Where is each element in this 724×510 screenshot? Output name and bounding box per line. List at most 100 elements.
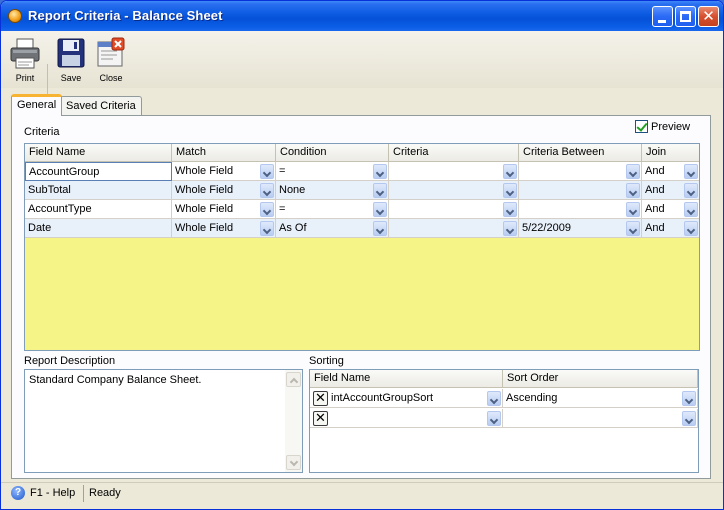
chevron-down-icon[interactable] — [626, 221, 640, 236]
sort-order-select[interactable] — [503, 409, 698, 428]
criteria-row[interactable]: SubTotal Whole Field None And — [25, 181, 699, 200]
match-select[interactable]: Whole Field — [172, 219, 276, 238]
sorting-row[interactable]: ✕ — [310, 409, 698, 428]
match-value: Whole Field — [175, 222, 234, 234]
chevron-down-icon[interactable] — [373, 183, 387, 198]
field-name-cell[interactable]: AccountGroup — [25, 162, 172, 181]
preview-checkbox[interactable]: Preview — [635, 120, 690, 133]
chevron-down-icon[interactable] — [260, 164, 274, 179]
join-select[interactable]: And — [642, 200, 699, 219]
chevron-down-icon[interactable] — [260, 183, 274, 198]
column-header-join[interactable]: Join — [642, 144, 699, 162]
sorting-grid[interactable]: Field Name Sort Order ✕ intAccountGroupS… — [309, 369, 699, 473]
scroll-down-icon[interactable] — [286, 455, 301, 470]
tab-general[interactable]: General — [11, 94, 63, 116]
condition-select[interactable]: = — [276, 200, 389, 219]
chevron-down-icon[interactable] — [260, 221, 274, 236]
tab-saved-criteria[interactable]: Saved Criteria — [60, 96, 142, 116]
app-icon[interactable] — [8, 9, 22, 23]
criteria-between-select[interactable] — [519, 162, 642, 181]
minimize-button[interactable] — [652, 6, 673, 27]
description-scrollbar[interactable] — [285, 370, 302, 472]
match-select[interactable]: Whole Field — [172, 181, 276, 200]
column-header-criteria-between[interactable]: Criteria Between — [519, 144, 642, 162]
criteria-select[interactable] — [389, 181, 519, 200]
chevron-down-icon[interactable] — [682, 391, 696, 406]
column-header-sort-field-name[interactable]: Field Name — [310, 370, 503, 388]
chevron-down-icon[interactable] — [373, 221, 387, 236]
criteria-grid[interactable]: Field Name Match Condition Criteria Crit… — [24, 143, 700, 351]
criteria-between-select[interactable]: 5/22/2009 — [519, 219, 642, 238]
remove-sort-icon[interactable]: ✕ — [313, 411, 328, 426]
close-window-button[interactable]: ✕ — [698, 6, 719, 27]
floppy-disk-icon — [57, 38, 85, 68]
column-header-field-name[interactable]: Field Name — [25, 144, 172, 162]
maximize-button[interactable] — [675, 6, 696, 27]
field-name-cell[interactable]: SubTotal — [25, 181, 172, 200]
column-header-condition[interactable]: Condition — [276, 144, 389, 162]
chevron-down-icon[interactable] — [487, 411, 501, 426]
condition-value: = — [279, 203, 286, 215]
condition-select[interactable]: As Of — [276, 219, 389, 238]
chevron-down-icon[interactable] — [626, 202, 640, 217]
match-value: Whole Field — [175, 203, 234, 215]
criteria-row[interactable]: Date Whole Field As Of 5/22/2009 And — [25, 219, 699, 238]
join-select[interactable]: And — [642, 162, 699, 181]
criteria-row[interactable]: AccountGroup Whole Field = And — [25, 162, 699, 181]
column-header-criteria[interactable]: Criteria — [389, 144, 519, 162]
help-icon[interactable]: ? — [11, 486, 25, 500]
criteria-select[interactable] — [389, 219, 519, 238]
match-select[interactable]: Whole Field — [172, 162, 276, 181]
report-description-textarea[interactable]: Standard Company Balance Sheet. — [24, 369, 303, 473]
chevron-down-icon[interactable] — [626, 164, 640, 179]
chevron-down-icon[interactable] — [373, 202, 387, 217]
match-value: Whole Field — [175, 165, 234, 177]
field-name-cell[interactable]: Date — [25, 219, 172, 238]
chevron-down-icon[interactable] — [684, 202, 698, 217]
remove-sort-icon[interactable]: ✕ — [313, 391, 328, 406]
chevron-down-icon[interactable] — [503, 202, 517, 217]
sort-field-select[interactable]: ✕ intAccountGroupSort — [310, 389, 503, 408]
print-button[interactable]: Print — [5, 34, 45, 86]
chevron-down-icon[interactable] — [260, 202, 274, 217]
chevron-down-icon[interactable] — [682, 411, 696, 426]
sort-order-select[interactable]: Ascending — [503, 389, 698, 408]
chevron-down-icon[interactable] — [487, 391, 501, 406]
status-state-text: Ready — [89, 487, 121, 499]
criteria-section-label: Criteria — [24, 126, 60, 138]
close-button[interactable]: Close — [91, 34, 131, 86]
column-header-match[interactable]: Match — [172, 144, 276, 162]
status-separator — [83, 485, 84, 502]
chevron-down-icon[interactable] — [626, 183, 640, 198]
criteria-select[interactable] — [389, 162, 519, 181]
chevron-down-icon[interactable] — [373, 164, 387, 179]
condition-select[interactable]: None — [276, 181, 389, 200]
criteria-select[interactable] — [389, 200, 519, 219]
save-button[interactable]: Save — [51, 34, 91, 86]
sorting-row[interactable]: ✕ intAccountGroupSort Ascending — [310, 389, 698, 408]
field-name-cell[interactable]: AccountType — [25, 200, 172, 219]
match-value: Whole Field — [175, 184, 234, 196]
chevron-down-icon[interactable] — [503, 164, 517, 179]
chevron-down-icon[interactable] — [684, 221, 698, 236]
join-select[interactable]: And — [642, 219, 699, 238]
match-select[interactable]: Whole Field — [172, 200, 276, 219]
chevron-down-icon[interactable] — [503, 221, 517, 236]
scroll-up-icon[interactable] — [286, 372, 301, 387]
criteria-between-select[interactable] — [519, 181, 642, 200]
chevron-down-icon[interactable] — [684, 164, 698, 179]
criteria-between-select[interactable] — [519, 200, 642, 219]
sorting-label: Sorting — [309, 355, 344, 367]
sort-field-select[interactable]: ✕ — [310, 409, 503, 428]
column-header-sort-order[interactable]: Sort Order — [503, 370, 698, 388]
join-select[interactable]: And — [642, 181, 699, 200]
status-help-text[interactable]: F1 - Help — [30, 487, 75, 499]
condition-select[interactable]: = — [276, 162, 389, 181]
report-criteria-window: Report Criteria - Balance Sheet ✕ Print — [0, 0, 724, 510]
chevron-down-icon[interactable] — [684, 183, 698, 198]
chevron-down-icon[interactable] — [503, 183, 517, 198]
sort-field-value: intAccountGroupSort — [331, 392, 434, 404]
condition-value: = — [279, 165, 286, 177]
criteria-row[interactable]: AccountType Whole Field = And — [25, 200, 699, 219]
title-bar[interactable]: Report Criteria - Balance Sheet ✕ — [1, 1, 723, 31]
